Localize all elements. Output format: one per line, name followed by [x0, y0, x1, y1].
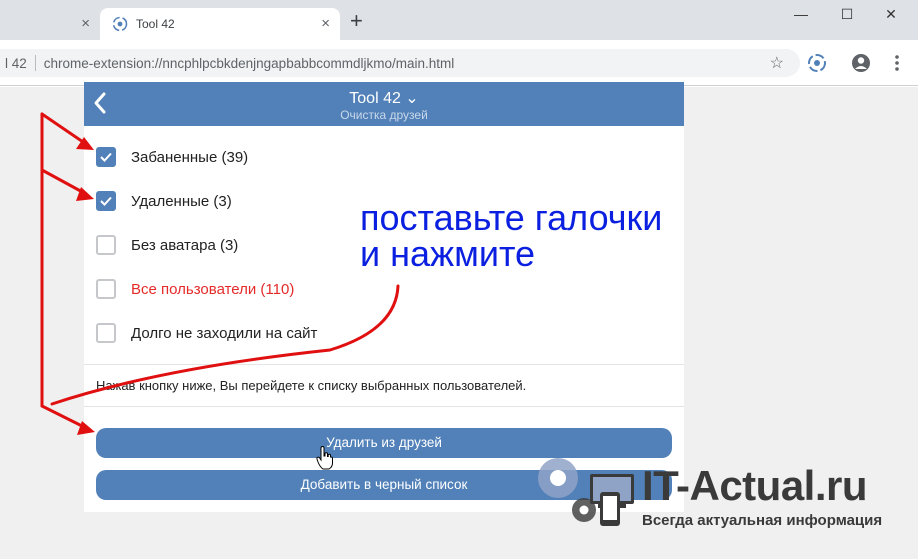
arrow-to-deleted: [40, 168, 88, 196]
watermark-tagline: Всегда актуальная информация: [642, 512, 883, 529]
arrow-to-button: [40, 404, 88, 430]
watermark-name: IT-Actual.ru: [642, 462, 868, 509]
arrowhead-button: [77, 421, 95, 435]
arrow-from-text: [50, 284, 400, 406]
arrow-to-banned: [40, 112, 88, 146]
it-actual-logo-icon: [538, 458, 634, 526]
